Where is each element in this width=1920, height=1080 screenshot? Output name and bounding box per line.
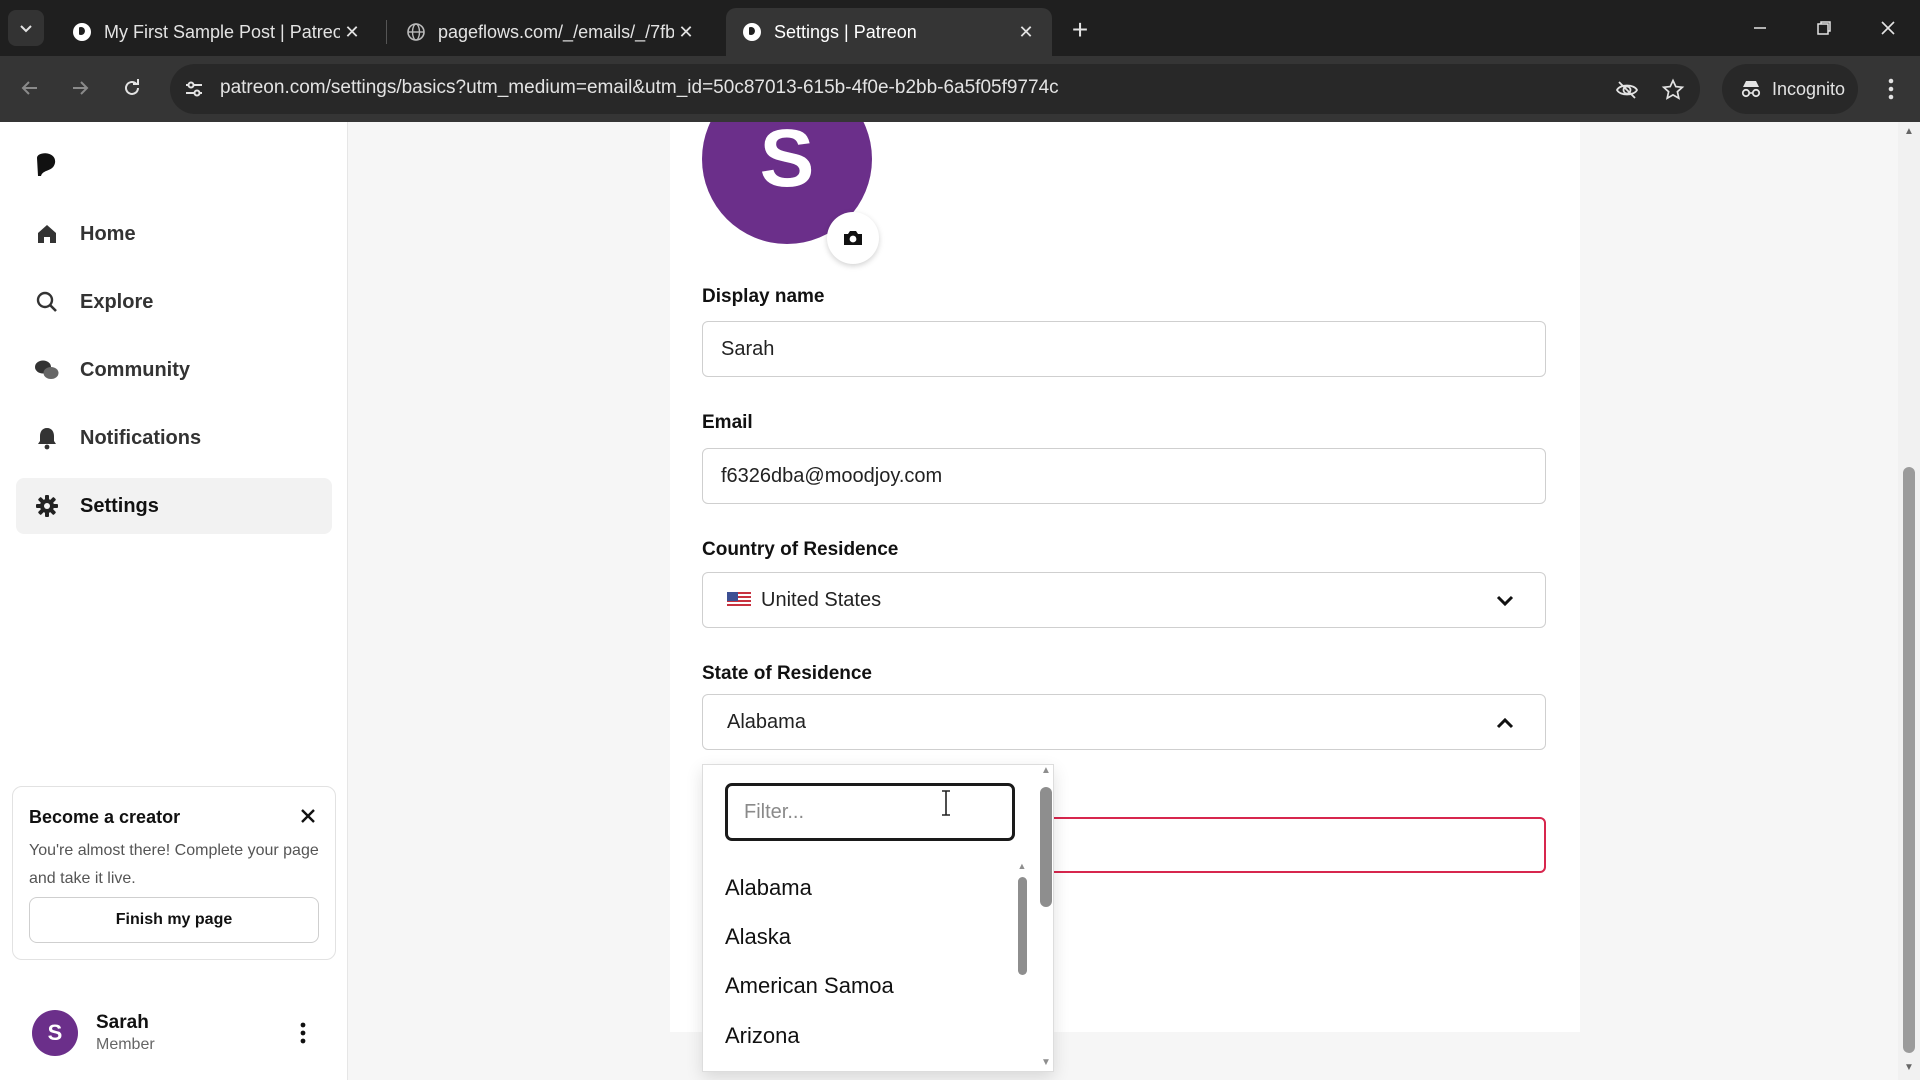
options-scrollbar[interactable]: ▲ — [1015, 861, 1029, 1065]
sidebar-item-label: Notifications — [80, 426, 202, 449]
incognito-label: Incognito — [1772, 78, 1846, 99]
finish-my-page-button[interactable]: Finish my page — [29, 897, 319, 943]
creator-card-body: You're almost there! Complete your page … — [29, 842, 319, 887]
sidebar-item-label: Settings — [80, 494, 159, 517]
sidebar-item-settings[interactable]: Settings — [16, 478, 332, 534]
tab-title: pageflows.com/_/emails/_/7fb5 — [438, 21, 674, 42]
patreon-logo-icon[interactable] — [34, 152, 60, 180]
browser-tabstrip: My First Sample Post | Patreon ✕ pageflo… — [0, 0, 1920, 56]
close-window-icon[interactable] — [1868, 10, 1908, 46]
chat-bubbles-icon — [34, 357, 60, 383]
sidebar: Home Explore Community Notifications Set… — [0, 122, 348, 1080]
country-select[interactable]: United States — [702, 572, 1546, 628]
restore-icon[interactable] — [1804, 10, 1844, 46]
forward-icon[interactable] — [62, 70, 98, 106]
bookmark-star-icon[interactable] — [1660, 77, 1686, 103]
close-tab-icon[interactable]: ✕ — [1014, 20, 1038, 44]
country-value: United States — [761, 588, 882, 611]
close-tab-icon[interactable]: ✕ — [340, 20, 364, 44]
state-select[interactable]: Alabama — [702, 694, 1546, 750]
scroll-up-arrow-icon[interactable]: ▲ — [1037, 765, 1055, 776]
state-value: Alabama — [727, 710, 806, 733]
sidebar-item-explore[interactable]: Explore — [16, 274, 332, 330]
page-viewport: Home Explore Community Notifications Set… — [0, 122, 1920, 1080]
bell-icon — [34, 425, 60, 451]
scroll-up-arrow-icon[interactable]: ▲ — [1015, 861, 1029, 871]
display-name-label: Display name — [702, 286, 825, 307]
back-icon[interactable] — [12, 70, 48, 106]
dropdown-option-alaska[interactable]: Alaska — [725, 924, 791, 950]
patreon-favicon-icon — [72, 22, 92, 42]
sidebar-item-community[interactable]: Community — [16, 342, 332, 398]
user-name: Sarah — [96, 1012, 149, 1033]
user-role: Member — [96, 1036, 155, 1053]
new-tab-icon[interactable]: + — [1064, 14, 1096, 46]
email-value: f6326dba@moodjoy.com — [721, 464, 943, 487]
chevron-down-icon — [20, 25, 32, 33]
state-label: State of Residence — [702, 663, 872, 684]
home-icon — [34, 221, 60, 247]
display-name-value: Sarah — [721, 337, 775, 360]
dropdown-option-alabama[interactable]: Alabama — [725, 875, 812, 901]
us-flag-icon — [727, 592, 751, 608]
kebab-menu-icon[interactable] — [288, 1018, 318, 1048]
scrollbar-thumb[interactable] — [1018, 877, 1027, 975]
site-info-icon[interactable] — [182, 77, 206, 101]
incognito-indicator[interactable]: Incognito — [1722, 64, 1858, 114]
camera-icon — [844, 231, 862, 245]
globe-icon — [406, 22, 426, 42]
tab-my-first-sample-post[interactable]: My First Sample Post | Patreon ✕ — [56, 8, 378, 56]
tab-search-button[interactable] — [8, 10, 44, 46]
chevron-up-icon — [1493, 711, 1517, 735]
sidebar-item-label: Community — [80, 358, 190, 381]
tab-settings-patreon[interactable]: Settings | Patreon ✕ — [726, 8, 1052, 56]
minimize-icon[interactable] — [1740, 10, 1780, 46]
chevron-down-icon — [1493, 589, 1517, 613]
become-creator-card: Become a creator You're almost there! Co… — [12, 786, 336, 960]
email-label: Email — [702, 412, 753, 433]
sidebar-item-home[interactable]: Home — [16, 206, 332, 262]
sidebar-item-label: Home — [80, 222, 136, 245]
state-dropdown-list: Alabama Alaska American Samoa Arizona ▲ … — [702, 764, 1054, 1072]
email-field[interactable]: f6326dba@moodjoy.com — [702, 448, 1546, 504]
url-text: patreon.com/settings/basics?utm_medium=e… — [220, 77, 1059, 98]
avatar: S — [32, 1010, 78, 1056]
reload-icon[interactable] — [114, 70, 150, 106]
dropdown-option-arizona[interactable]: Arizona — [725, 1023, 800, 1049]
close-tab-icon[interactable]: ✕ — [674, 20, 698, 44]
browser-toolbar: patreon.com/settings/basics?utm_medium=e… — [0, 56, 1920, 122]
tab-pageflows[interactable]: pageflows.com/_/emails/_/7fb5 ✕ — [390, 8, 712, 56]
tab-title: Settings | Patreon — [774, 21, 917, 42]
country-label: Country of Residence — [702, 539, 899, 560]
tab-title: My First Sample Post | Patreon — [104, 21, 340, 42]
text-cursor-icon — [942, 790, 950, 816]
sidebar-item-notifications[interactable]: Notifications — [16, 410, 332, 466]
scrollbar-thumb[interactable] — [1903, 467, 1915, 1053]
eye-off-icon[interactable] — [1614, 77, 1640, 103]
kebab-menu-icon[interactable] — [1876, 74, 1906, 104]
user-account-row[interactable]: S Sarah Member — [32, 1000, 332, 1064]
scrollbar-thumb[interactable] — [1040, 787, 1052, 907]
scroll-down-arrow-icon[interactable]: ▼ — [1903, 1062, 1915, 1074]
patreon-favicon-icon — [742, 22, 762, 42]
dropdown-scrollbar[interactable]: ▲ ▼ — [1037, 765, 1055, 1073]
creator-card-title: Become a creator — [29, 807, 181, 827]
search-icon — [34, 289, 60, 315]
page-scrollbar[interactable]: ▲ ▼ — [1898, 122, 1920, 1080]
change-photo-button[interactable] — [827, 212, 879, 264]
sidebar-item-label: Explore — [80, 290, 154, 313]
gear-icon — [34, 493, 60, 519]
filter-input[interactable] — [725, 783, 1015, 841]
incognito-icon — [1741, 81, 1761, 98]
address-bar[interactable]: patreon.com/settings/basics?utm_medium=e… — [170, 64, 1700, 114]
close-icon[interactable] — [295, 803, 321, 829]
scroll-up-arrow-icon[interactable]: ▲ — [1903, 126, 1915, 138]
display-name-input[interactable]: Sarah — [702, 321, 1546, 377]
dropdown-option-american-samoa[interactable]: American Samoa — [725, 973, 894, 999]
scroll-down-arrow-icon[interactable]: ▼ — [1037, 1057, 1055, 1068]
tab-divider — [386, 20, 387, 44]
